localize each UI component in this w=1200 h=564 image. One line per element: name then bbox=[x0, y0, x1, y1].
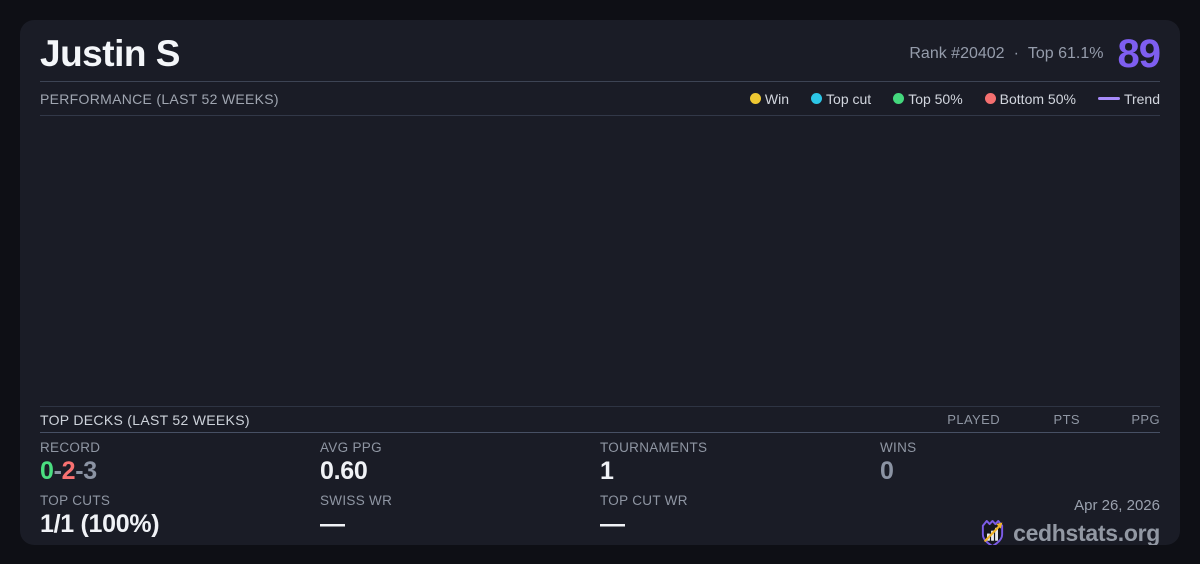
avg-ppg-label: AVG PPG bbox=[320, 440, 600, 455]
brand-row: cedhstats.org bbox=[979, 518, 1160, 545]
performance-header: PERFORMANCE (LAST 52 WEEKS) Win Top cut … bbox=[40, 82, 1160, 116]
cedhstats-shield-logo-icon bbox=[979, 518, 1006, 545]
performance-title: PERFORMANCE (LAST 52 WEEKS) bbox=[40, 91, 279, 107]
column-played: PLAYED bbox=[920, 412, 1000, 427]
player-name: Justin S bbox=[40, 33, 180, 75]
chart-legend: Win Top cut Top 50% Bottom 50% Trend bbox=[750, 91, 1160, 107]
legend-label: Win bbox=[765, 91, 789, 107]
rank-group: Rank #20402 · Top 61.1% 89 bbox=[909, 34, 1160, 74]
record-label: RECORD bbox=[40, 440, 320, 455]
legend-item-win: Win bbox=[750, 91, 789, 107]
top-50-dot-icon bbox=[893, 93, 904, 104]
stats-grid: RECORD 0-2-3 TOP CUTS 1/1 (100%) AVG PPG… bbox=[40, 433, 1160, 545]
legend-item-top-50: Top 50% bbox=[893, 91, 962, 107]
bottom-50-dot-icon bbox=[985, 93, 996, 104]
trend-line-icon bbox=[1098, 97, 1120, 100]
wins-value: 0 bbox=[880, 458, 1160, 486]
card-header: Justin S Rank #20402 · Top 61.1% 89 bbox=[40, 20, 1160, 82]
legend-item-trend: Trend bbox=[1098, 91, 1160, 107]
top-cut-dot-icon bbox=[811, 93, 822, 104]
footer-date: Apr 26, 2026 bbox=[979, 497, 1160, 514]
legend-label: Top cut bbox=[826, 91, 871, 107]
player-stats-card: Justin S Rank #20402 · Top 61.1% 89 PERF… bbox=[20, 20, 1180, 545]
legend-label: Bottom 50% bbox=[1000, 91, 1076, 107]
top-decks-header: TOP DECKS (LAST 52 WEEKS) PLAYED PTS PPG bbox=[40, 407, 1160, 433]
record-draws: 3 bbox=[83, 457, 97, 485]
top-cuts-value: 1/1 (100%) bbox=[40, 511, 320, 539]
record-value: 0-2-3 bbox=[40, 458, 320, 486]
column-ppg: PPG bbox=[1080, 412, 1160, 427]
rank-text: Rank #20402 · Top 61.1% bbox=[909, 45, 1103, 63]
brand-name: cedhstats.org bbox=[1013, 520, 1160, 545]
stat-col-record: RECORD 0-2-3 TOP CUTS 1/1 (100%) bbox=[40, 440, 320, 545]
win-dot-icon bbox=[750, 93, 761, 104]
tournaments-label: TOURNAMENTS bbox=[600, 440, 880, 455]
avg-ppg-value: 0.60 bbox=[320, 458, 600, 486]
top-cuts-label: TOP CUTS bbox=[40, 493, 320, 508]
tournaments-value: 1 bbox=[600, 458, 880, 486]
legend-item-top-cut: Top cut bbox=[811, 91, 871, 107]
column-pts: PTS bbox=[1000, 412, 1080, 427]
record-separator: - bbox=[54, 457, 62, 485]
stat-col-tournaments: TOURNAMENTS 1 TOP CUT WR — bbox=[600, 440, 880, 545]
record-losses: 2 bbox=[62, 457, 76, 485]
wins-label: WINS bbox=[880, 440, 1160, 455]
top-percent: Top 61.1% bbox=[1028, 45, 1104, 63]
card-footer: Apr 26, 2026 cedhstats.org bbox=[979, 497, 1160, 545]
record-wins: 0 bbox=[40, 457, 54, 485]
swiss-wr-value: — bbox=[320, 511, 600, 539]
top-cut-wr-value: — bbox=[600, 511, 880, 539]
stat-col-ppg: AVG PPG 0.60 SWISS WR — bbox=[320, 440, 600, 545]
swiss-wr-label: SWISS WR bbox=[320, 493, 600, 508]
performance-chart bbox=[40, 116, 1160, 407]
stat-col-wins: WINS 0 Apr 26, 2026 c bbox=[880, 440, 1160, 545]
legend-label: Trend bbox=[1124, 91, 1160, 107]
top-decks-title: TOP DECKS (LAST 52 WEEKS) bbox=[40, 412, 250, 428]
top-cut-wr-label: TOP CUT WR bbox=[600, 493, 880, 508]
legend-label: Top 50% bbox=[908, 91, 962, 107]
player-score: 89 bbox=[1118, 34, 1161, 74]
top-decks-columns: PLAYED PTS PPG bbox=[920, 412, 1160, 427]
dot-separator: · bbox=[1014, 45, 1019, 63]
rank-number: Rank #20402 bbox=[909, 45, 1004, 63]
legend-item-bottom-50: Bottom 50% bbox=[985, 91, 1076, 107]
